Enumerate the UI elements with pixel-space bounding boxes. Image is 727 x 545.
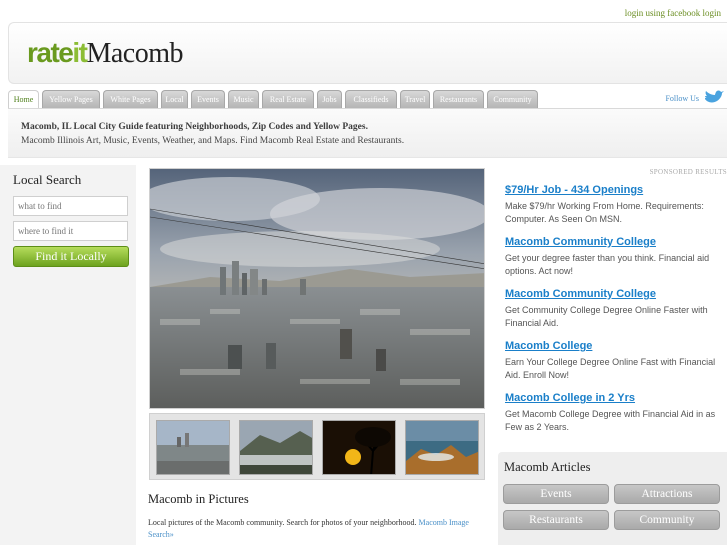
main-nav: Home Yellow Pages White Pages Local Even… xyxy=(8,90,727,108)
articles-community-button[interactable]: Community xyxy=(614,510,720,530)
twitter-bird-icon[interactable] xyxy=(703,90,725,106)
tab-real-estate[interactable]: Real Estate xyxy=(262,90,314,108)
description-subline: Macomb Illinois Art, Music, Events, Weat… xyxy=(21,136,405,146)
tab-travel[interactable]: Travel xyxy=(400,90,430,108)
pictures-description: Local pictures of the Macomb community. … xyxy=(148,517,478,541)
ad-item: Macomb College Earn Your College Degree … xyxy=(505,340,723,382)
pictures-text: Local pictures of the Macomb community. … xyxy=(148,518,417,527)
local-search-panel: Local Search Find it Locally xyxy=(0,165,136,545)
ad-item: $79/Hr Job - 434 Openings Make $79/hr Wo… xyxy=(505,184,723,226)
tab-home[interactable]: Home xyxy=(8,90,39,108)
articles-events-button[interactable]: Events xyxy=(503,484,609,504)
ad-text: Make $79/hr Working From Home. Requireme… xyxy=(505,201,704,224)
articles-attractions-button[interactable]: Attractions xyxy=(614,484,720,504)
description-headline: Macomb, IL Local City Guide featuring Ne… xyxy=(21,122,368,132)
tab-yellow-pages[interactable]: Yellow Pages xyxy=(42,90,100,108)
ad-text: Earn Your College Degree Online Fast wit… xyxy=(505,357,716,380)
find-it-locally-button[interactable]: Find it Locally xyxy=(13,246,129,267)
local-search-title: Local Search xyxy=(13,172,82,187)
ad-text: Get Macomb College Degree with Financial… xyxy=(505,409,716,432)
tab-community[interactable]: Community xyxy=(487,90,538,108)
ad-text: Get your degree faster than you think. F… xyxy=(505,253,710,276)
ad-title-link[interactable]: Macomb College xyxy=(505,340,723,352)
ad-title-link[interactable]: Macomb Community College xyxy=(505,288,723,300)
ad-item: Macomb Community College Get your degree… xyxy=(505,236,723,278)
follow-us-link[interactable]: Follow Us xyxy=(665,94,699,103)
where-to-find-input[interactable] xyxy=(13,221,128,241)
pictures-heading: Macomb in Pictures xyxy=(148,492,249,506)
what-to-find-input[interactable] xyxy=(13,196,128,216)
site-header: rateitMacomb xyxy=(8,22,727,84)
tab-white-pages[interactable]: White Pages xyxy=(103,90,158,108)
thumbnail-sunset-tree[interactable] xyxy=(322,420,396,475)
thumbnail-city-skyline[interactable] xyxy=(156,420,230,475)
articles-heading: Macomb Articles xyxy=(504,460,591,474)
photo-thumbnail-strip xyxy=(149,413,485,480)
tab-restaurants[interactable]: Restaurants xyxy=(433,90,484,108)
ad-title-link[interactable]: $79/Hr Job - 434 Openings xyxy=(505,184,723,196)
ad-item: Macomb College in 2 Yrs Get Macomb Colle… xyxy=(505,392,723,434)
tab-jobs[interactable]: Jobs xyxy=(317,90,342,108)
tab-music[interactable]: Music xyxy=(228,90,259,108)
facebook-login-link[interactable]: login using facebook login xyxy=(625,8,721,18)
tab-local[interactable]: Local xyxy=(161,90,188,108)
logo-rate: rate xyxy=(27,37,74,68)
thumbnail-hills-fog[interactable] xyxy=(239,420,313,475)
logo-it: it xyxy=(72,37,88,68)
ad-text: Get Community College Degree Online Fast… xyxy=(505,305,708,328)
tab-classifieds[interactable]: Classifieds xyxy=(345,90,397,108)
ad-title-link[interactable]: Macomb College in 2 Yrs xyxy=(505,392,723,404)
site-logo[interactable]: rateitMacomb xyxy=(27,37,184,70)
top-bar: login using facebook login xyxy=(0,0,727,22)
main-city-photo[interactable] xyxy=(149,168,485,409)
tab-events[interactable]: Events xyxy=(191,90,225,108)
articles-restaurants-button[interactable]: Restaurants xyxy=(503,510,609,530)
city-description: Macomb, IL Local City Guide featuring Ne… xyxy=(8,108,727,158)
logo-city: Macomb xyxy=(86,38,184,69)
articles-panel: Macomb Articles Events Attractions Resta… xyxy=(498,452,727,545)
sponsored-results-label: SPONSORED RESULTS xyxy=(649,168,727,176)
thumbnail-coastal-rocks[interactable] xyxy=(405,420,479,475)
ad-item: Macomb Community College Get Community C… xyxy=(505,288,723,330)
ad-title-link[interactable]: Macomb Community College xyxy=(505,236,723,248)
